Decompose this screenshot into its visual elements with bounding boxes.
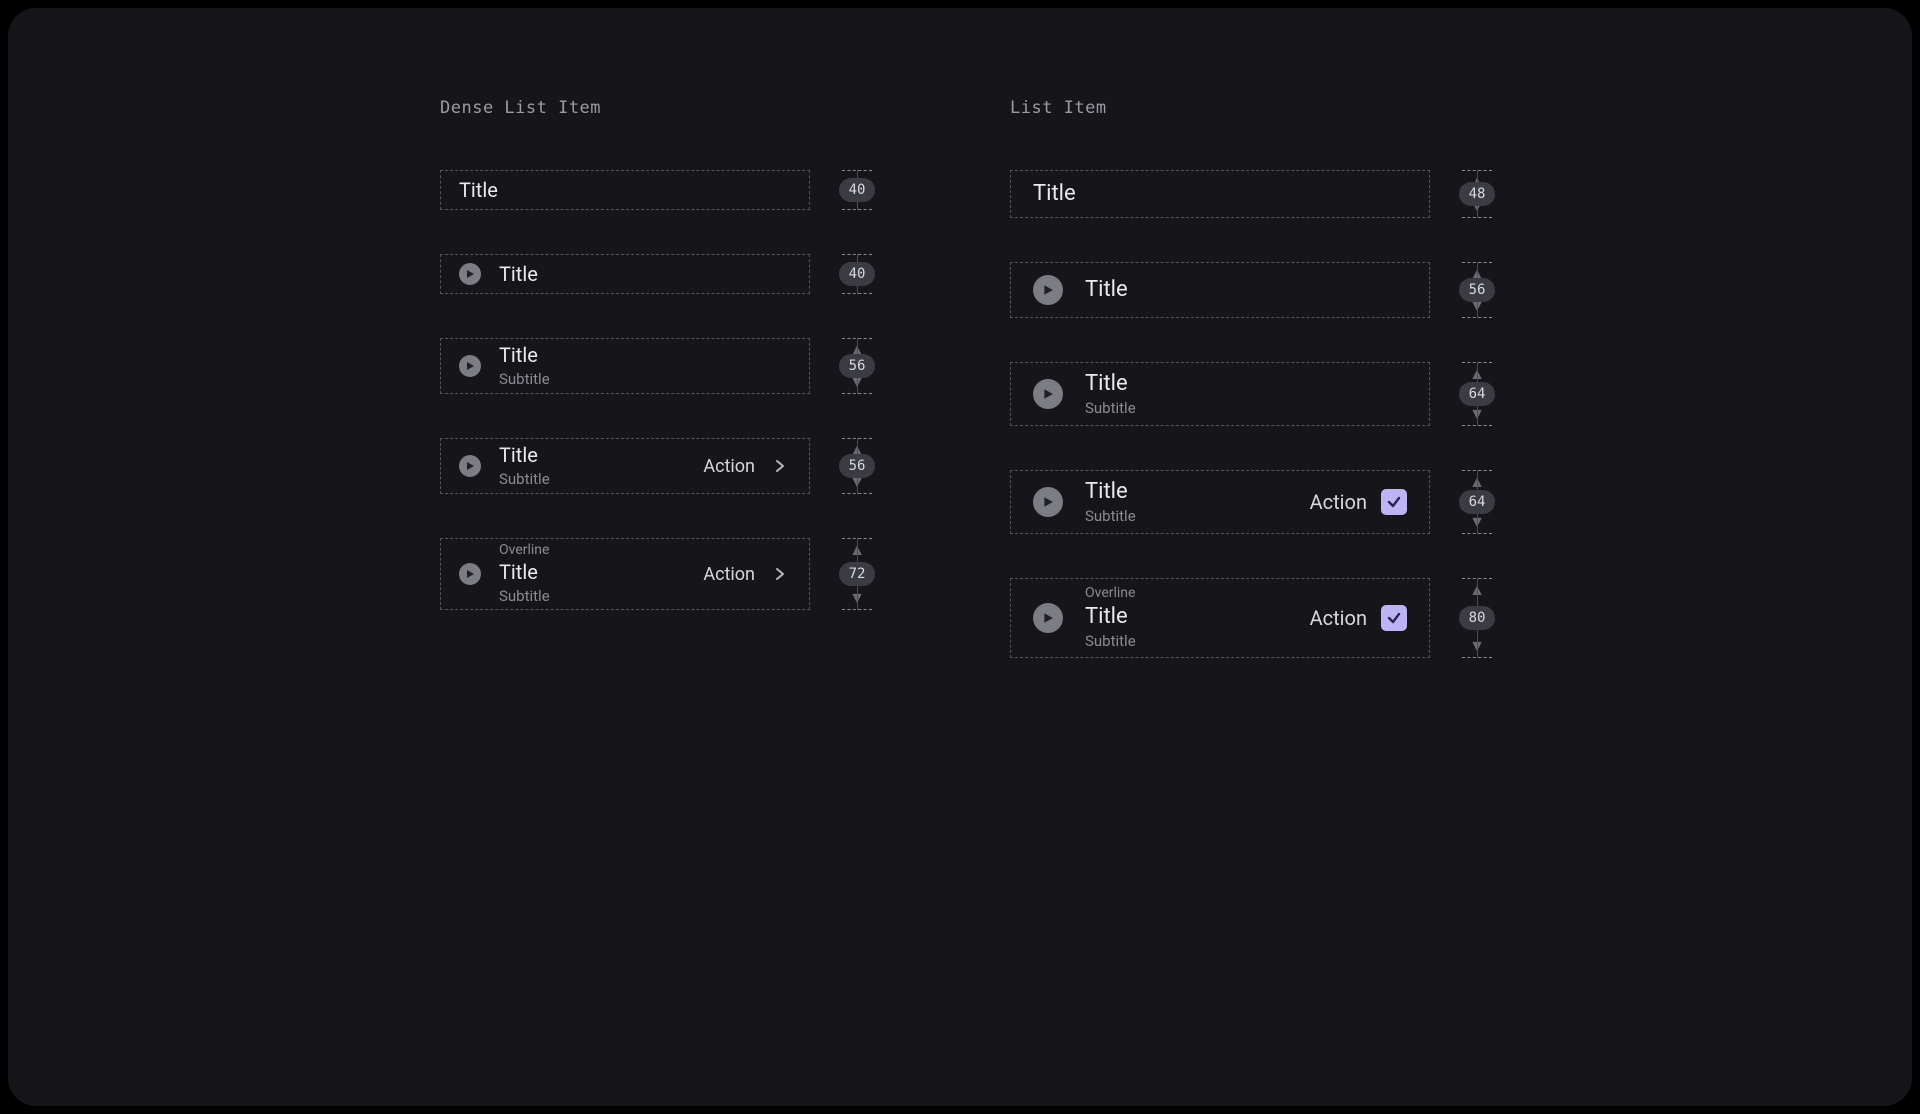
list-item[interactable]: Overline Title Subtitle Action: [440, 538, 810, 610]
action-label[interactable]: Action: [1310, 490, 1367, 514]
spec-row: Title Subtitle ▲▼ 56: [440, 338, 910, 394]
height-value: 40: [839, 178, 876, 202]
text-stack: Title: [459, 178, 791, 203]
item-overline: Overline: [499, 542, 685, 560]
item-subtitle: Subtitle: [1085, 507, 1288, 526]
checkbox-checked-icon[interactable]: [1381, 605, 1407, 631]
item-subtitle: Subtitle: [499, 587, 685, 606]
height-indicator: ▲▼ 48: [1454, 170, 1500, 218]
item-title: Title: [1033, 180, 1407, 208]
height-value: 72: [839, 562, 876, 586]
height-indicator: ▲▼ 80: [1454, 578, 1500, 658]
item-subtitle: Subtitle: [1085, 399, 1407, 418]
spec-row: Title Subtitle Action ▲▼ 56: [440, 438, 910, 494]
height-indicator: ▲▼ 56: [834, 438, 880, 494]
item-title: Title: [499, 560, 685, 585]
checkbox-checked-icon[interactable]: [1381, 489, 1407, 515]
play-icon: [1033, 275, 1063, 305]
item-subtitle: Subtitle: [499, 470, 685, 489]
item-title: Title: [1085, 603, 1288, 631]
item-title: Title: [1085, 276, 1407, 304]
column-header-dense: Dense List Item: [440, 98, 910, 118]
text-stack: Title: [1085, 276, 1407, 304]
play-icon: [1033, 603, 1063, 633]
trailing: Action: [703, 455, 791, 477]
height-indicator: ▲▼ 56: [834, 338, 880, 394]
spec-row: Title ▲▼ 56: [1010, 262, 1480, 318]
item-title: Title: [1085, 370, 1407, 398]
item-subtitle: Subtitle: [499, 370, 791, 389]
text-stack: Title: [499, 262, 791, 287]
list-item[interactable]: Title Subtitle Action: [1010, 470, 1430, 534]
play-icon: [1033, 379, 1063, 409]
list-item[interactable]: Title Subtitle: [1010, 362, 1430, 426]
item-title: Title: [499, 262, 791, 287]
spec-canvas: Dense List Item Title ▲▼ 40: [8, 8, 1912, 1106]
trailing: Action: [1310, 489, 1407, 515]
spec-row: Title ▲▼ 40: [440, 254, 910, 294]
height-indicator: ▲▼ 72: [834, 538, 880, 610]
height-indicator: ▲▼ 56: [1454, 262, 1500, 318]
list-item[interactable]: Title: [1010, 262, 1430, 318]
height-value: 64: [1459, 382, 1496, 406]
text-stack: Overline Title Subtitle: [1085, 585, 1288, 651]
item-subtitle: Subtitle: [1085, 632, 1288, 651]
text-stack: Title Subtitle: [1085, 478, 1288, 526]
item-title: Title: [459, 178, 791, 203]
height-indicator: ▲▼ 64: [1454, 362, 1500, 426]
column-dense: Dense List Item Title ▲▼ 40: [440, 98, 910, 658]
list-item[interactable]: Title Subtitle Action: [440, 438, 810, 494]
height-value: 64: [1459, 490, 1496, 514]
item-title: Title: [499, 343, 791, 368]
play-icon: [459, 355, 481, 377]
chevron-right-icon[interactable]: [769, 455, 791, 477]
trailing: Action: [1310, 605, 1407, 631]
text-stack: Title Subtitle: [499, 343, 791, 389]
spec-row: Title ▲▼ 40: [440, 170, 910, 210]
height-value: 56: [839, 354, 876, 378]
action-label[interactable]: Action: [703, 564, 755, 585]
columns: Dense List Item Title ▲▼ 40: [48, 98, 1872, 658]
play-icon: [459, 563, 481, 585]
height-value: 40: [839, 262, 876, 286]
spec-row: Title Subtitle Action ▲▼ 64: [1010, 470, 1480, 534]
spec-row: Overline Title Subtitle Action ▲▼ 72: [440, 538, 910, 610]
text-stack: Overline Title Subtitle: [499, 542, 685, 605]
height-value: 48: [1459, 182, 1496, 206]
item-overline: Overline: [1085, 585, 1288, 603]
column-header-normal: List Item: [1010, 98, 1480, 118]
spec-row: Title Subtitle ▲▼ 64: [1010, 362, 1480, 426]
list-item[interactable]: Title Subtitle: [440, 338, 810, 394]
height-value: 56: [1459, 278, 1496, 302]
text-stack: Title Subtitle: [499, 443, 685, 489]
play-icon: [459, 263, 481, 285]
column-normal: List Item Title ▲▼ 48: [1010, 98, 1480, 658]
list-item[interactable]: Title: [440, 254, 810, 294]
text-stack: Title: [1033, 180, 1407, 208]
spec-row: Title ▲▼ 48: [1010, 170, 1480, 218]
action-label[interactable]: Action: [703, 456, 755, 477]
height-indicator: ▲▼ 40: [834, 254, 880, 294]
spec-row: Overline Title Subtitle Action ▲▼ 80: [1010, 578, 1480, 658]
list-item[interactable]: Title: [1010, 170, 1430, 218]
chevron-right-icon[interactable]: [769, 563, 791, 585]
list-item[interactable]: Title: [440, 170, 810, 210]
trailing: Action: [703, 563, 791, 585]
play-icon: [459, 455, 481, 477]
play-icon: [1033, 487, 1063, 517]
item-title: Title: [499, 443, 685, 468]
height-indicator: ▲▼ 40: [834, 170, 880, 210]
action-label[interactable]: Action: [1310, 606, 1367, 630]
height-value: 80: [1459, 606, 1496, 630]
height-indicator: ▲▼ 64: [1454, 470, 1500, 534]
text-stack: Title Subtitle: [1085, 370, 1407, 418]
list-item[interactable]: Overline Title Subtitle Action: [1010, 578, 1430, 658]
height-value: 56: [839, 454, 876, 478]
item-title: Title: [1085, 478, 1288, 506]
